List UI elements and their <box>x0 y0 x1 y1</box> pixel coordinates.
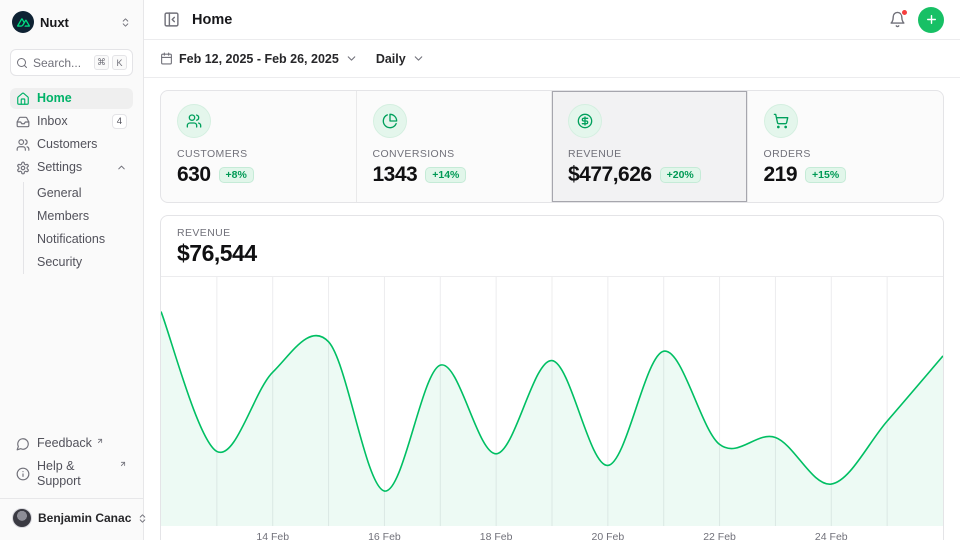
header: Home <box>144 0 960 40</box>
calendar-icon <box>160 52 173 65</box>
add-button[interactable] <box>918 7 944 33</box>
info-circle-icon <box>16 467 30 481</box>
sidebar-item-label: Settings <box>37 160 82 175</box>
sidebar-item-notifications[interactable]: Notifications <box>35 228 133 251</box>
stat-card-revenue[interactable]: REVENUE $477,626 +20% <box>552 91 748 202</box>
stat-value: $477,626 <box>568 163 652 187</box>
nuxt-logo-icon <box>12 11 34 33</box>
sidebar-item-general[interactable]: General <box>35 182 133 205</box>
settings-subnav: General Members Notifications Security <box>23 182 133 274</box>
x-tick-label: 14 Feb <box>256 531 289 540</box>
users-icon <box>177 104 211 138</box>
revenue-area-chart[interactable] <box>161 277 943 526</box>
chart-x-axis: 14 Feb 16 Feb 18 Feb 20 Feb 22 Feb 24 Feb <box>161 526 943 540</box>
chart-header: REVENUE $76,544 <box>161 216 943 277</box>
chart-metric-label: REVENUE <box>177 227 927 239</box>
stat-delta-badge: +20% <box>660 167 701 184</box>
collapse-sidebar-button[interactable] <box>160 8 183 31</box>
gear-icon <box>16 161 30 175</box>
stat-card-orders[interactable]: ORDERS 219 +15% <box>748 91 944 202</box>
panel-left-close-icon <box>163 11 180 28</box>
notifications-button[interactable] <box>886 8 909 31</box>
stat-value: 1343 <box>373 163 418 187</box>
inbox-icon <box>16 115 30 129</box>
date-range-picker[interactable]: Feb 12, 2025 - Feb 26, 2025 <box>160 52 358 66</box>
cart-icon <box>764 104 798 138</box>
stat-value: 219 <box>764 163 798 187</box>
user-menu[interactable]: Benjamin Canac <box>0 498 143 540</box>
chart-canvas[interactable] <box>161 277 943 526</box>
sidebar-item-label: Customers <box>37 137 97 152</box>
main-area: Home Feb 12, 2025 - Feb 26, 2025 <box>144 0 960 540</box>
kbd-k: K <box>112 55 127 70</box>
sidebar-item-home[interactable]: Home <box>10 88 133 109</box>
date-range-label: Feb 12, 2025 - Feb 26, 2025 <box>179 52 339 66</box>
app-root: Nuxt Search... ⌘ K Home <box>0 0 960 540</box>
chevron-down-icon <box>412 52 425 65</box>
chart-pie-icon <box>373 104 407 138</box>
sidebar-item-label: Inbox <box>37 114 68 129</box>
sidebar-item-members[interactable]: Members <box>35 205 133 228</box>
x-tick-label: 20 Feb <box>591 531 624 540</box>
stat-delta-badge: +15% <box>805 167 846 184</box>
users-icon <box>16 138 30 152</box>
stat-label: CUSTOMERS <box>177 148 340 160</box>
sidebar-item-security[interactable]: Security <box>35 251 133 274</box>
x-tick-label: 22 Feb <box>703 531 736 540</box>
external-link-icon <box>96 434 104 449</box>
chevron-up-icon <box>116 162 127 173</box>
sidebar-item-customers[interactable]: Customers <box>10 134 133 155</box>
chart-metric-value: $76,544 <box>177 240 927 267</box>
help-support-link[interactable]: Help & Support <box>10 456 133 492</box>
home-icon <box>16 92 30 106</box>
stat-card-customers[interactable]: CUSTOMERS 630 +8% <box>161 91 357 202</box>
stat-delta-badge: +8% <box>219 167 254 184</box>
plus-icon <box>925 13 938 26</box>
sidebar-item-settings[interactable]: Settings <box>10 157 133 178</box>
search-shortcut: ⌘ K <box>94 55 127 70</box>
sidebar-nav: Home Inbox 4 Customers Settings <box>10 88 133 274</box>
chevrons-up-down-icon <box>120 17 131 28</box>
sidebar-footer: Feedback Help & Support <box>10 433 133 498</box>
inbox-count-badge: 4 <box>112 114 127 129</box>
stat-label: REVENUE <box>568 148 731 160</box>
search-placeholder: Search... <box>33 56 81 70</box>
sidebar-item-label: Home <box>37 91 72 106</box>
search-icon <box>16 57 28 69</box>
sidebar: Nuxt Search... ⌘ K Home <box>0 0 144 540</box>
stat-value: 630 <box>177 163 211 187</box>
message-circle-icon <box>16 437 30 451</box>
x-tick-label: 16 Feb <box>368 531 401 540</box>
revenue-chart-card: REVENUE $76,544 14 Feb 16 Feb 18 Feb 20 Feb… <box>160 215 944 540</box>
stat-label: CONVERSIONS <box>373 148 536 160</box>
stat-card-conversions[interactable]: CONVERSIONS 1343 +14% <box>357 91 553 202</box>
chevron-down-icon <box>345 52 358 65</box>
period-select[interactable]: Daily <box>376 52 425 66</box>
period-label: Daily <box>376 52 406 66</box>
dollar-circle-icon <box>568 104 602 138</box>
x-tick-label: 18 Feb <box>480 531 513 540</box>
user-name: Benjamin Canac <box>38 511 131 525</box>
page-title: Home <box>192 12 232 28</box>
workspace-name: Nuxt <box>40 15 69 30</box>
stats-row: CUSTOMERS 630 +8% CONVERSIONS 1343 +14% <box>160 90 944 203</box>
kbd-cmd: ⌘ <box>94 55 109 70</box>
search-input[interactable]: Search... ⌘ K <box>10 49 133 76</box>
avatar <box>12 508 32 528</box>
workspace-selector[interactable]: Nuxt <box>10 10 133 34</box>
stat-delta-badge: +14% <box>425 167 466 184</box>
x-tick-label: 24 Feb <box>815 531 848 540</box>
dashboard-content: CUSTOMERS 630 +8% CONVERSIONS 1343 +14% <box>144 78 960 540</box>
sidebar-item-inbox[interactable]: Inbox 4 <box>10 111 133 132</box>
feedback-link[interactable]: Feedback <box>10 433 133 454</box>
notification-dot <box>901 9 908 16</box>
filter-toolbar: Feb 12, 2025 - Feb 26, 2025 Daily <box>144 40 960 78</box>
stat-label: ORDERS <box>764 148 928 160</box>
external-link-icon <box>119 457 127 472</box>
